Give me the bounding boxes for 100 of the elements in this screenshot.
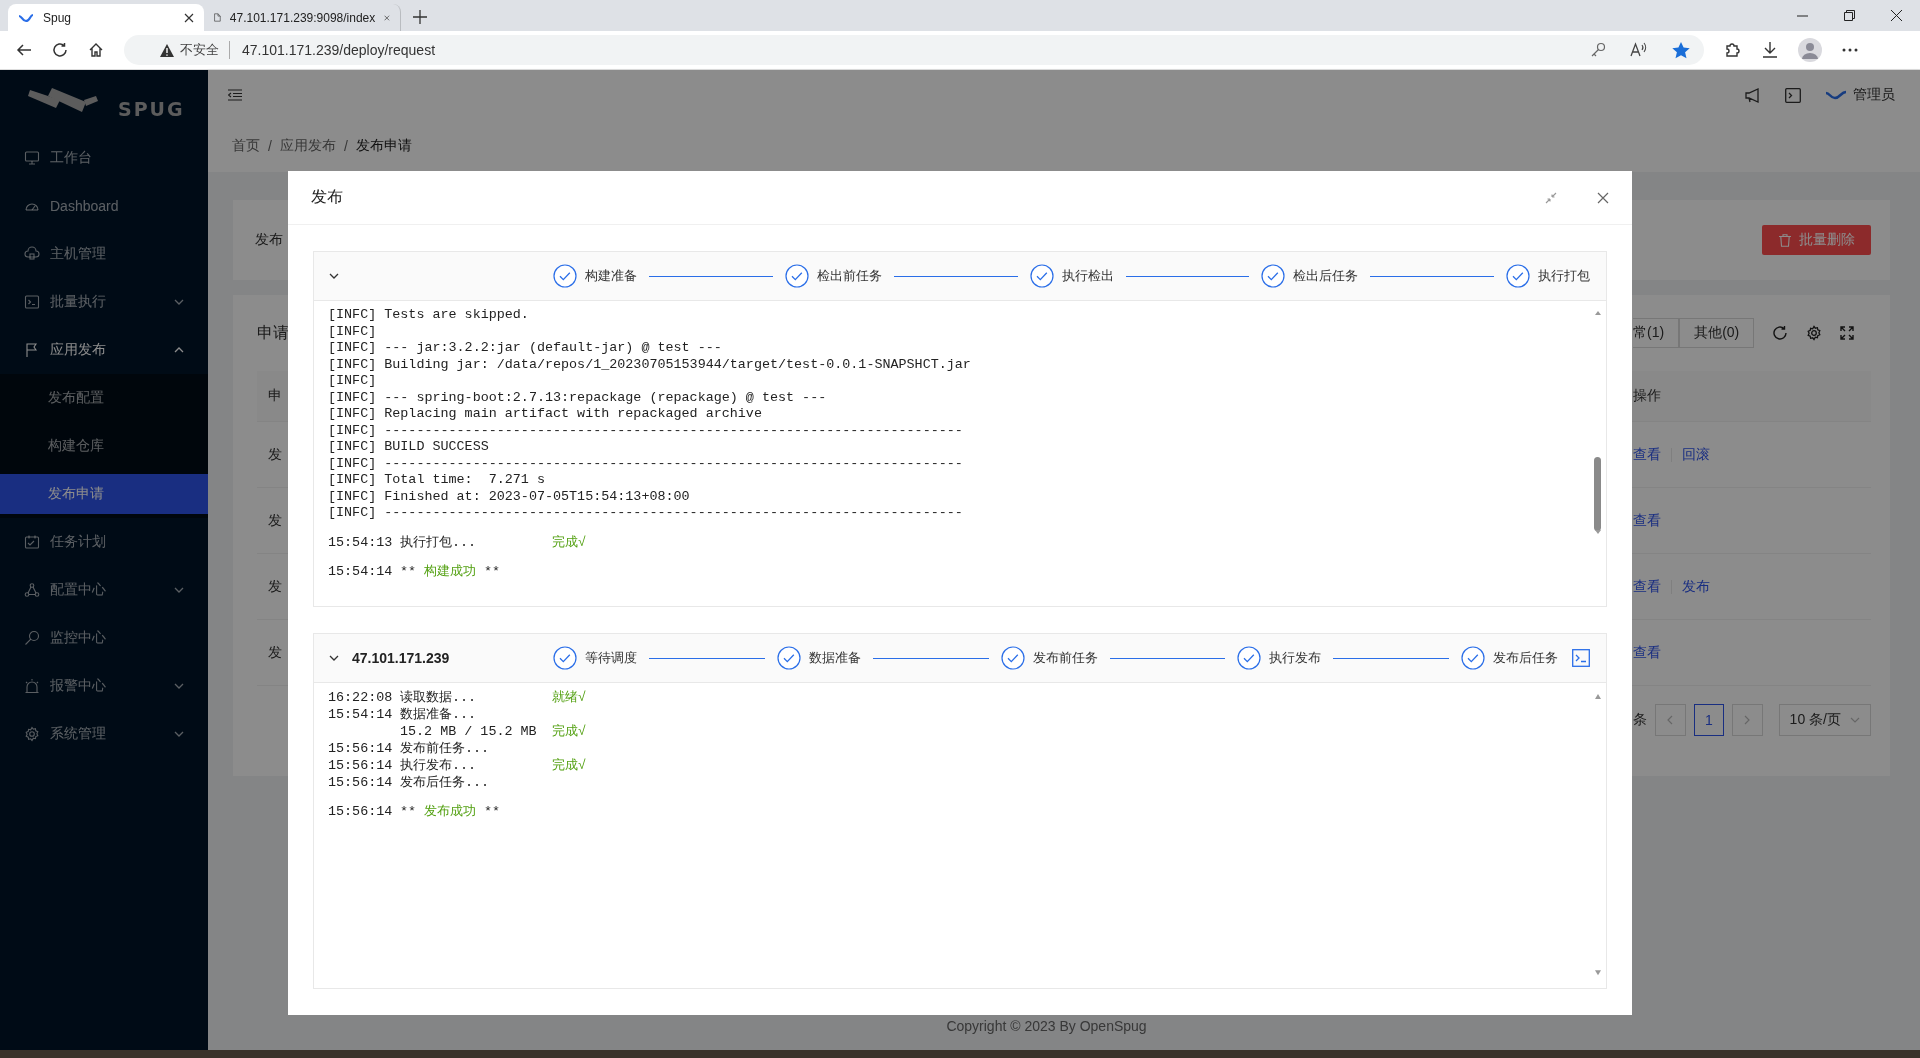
log-status: 完成√ (552, 757, 587, 774)
submenu-item[interactable]: 发布申请 (0, 474, 208, 514)
settings-icon[interactable] (1806, 325, 1823, 341)
menu-item[interactable]: 批量执行 (0, 282, 208, 322)
star-icon[interactable] (1672, 41, 1690, 59)
download-icon[interactable] (1762, 41, 1778, 59)
menu-item[interactable]: 应用发布 (0, 330, 208, 370)
action-link[interactable]: 查看 (1633, 643, 1661, 662)
step-label: 执行检出 (1061, 267, 1114, 285)
log-status: 就绪√ (552, 689, 587, 706)
key-icon[interactable] (1590, 42, 1606, 58)
chevron-right-icon (1744, 715, 1751, 725)
puzzle-icon[interactable] (1724, 41, 1742, 59)
submenu-item[interactable]: 构建仓库 (0, 426, 208, 466)
log-marker: ** (400, 562, 417, 580)
action-link[interactable]: 发布 (1682, 577, 1710, 596)
table-cell: 发 (268, 445, 282, 464)
log-line: [INFC] --- spring-boot:2.7.13:repackage (repackage) @ test --- (328, 389, 828, 406)
filter-tab[interactable]: 其他(0) (1679, 318, 1755, 348)
log-message: 数据准备... (400, 706, 478, 723)
log-message: 读取数据... (400, 689, 478, 706)
log-time: 15:54:14 (328, 706, 394, 723)
step-label: 执行打包 (1538, 267, 1590, 285)
terminal-icon[interactable] (1785, 87, 1801, 103)
column-header: 操作 (1633, 387, 1661, 405)
batch-delete-button[interactable]: 批量删除 (1762, 225, 1871, 255)
page-size-select[interactable]: 10 条/页 (1778, 704, 1871, 736)
breadcrumb-item[interactable]: 首页 (232, 137, 260, 155)
menu-item[interactable]: 主机管理 (0, 234, 208, 274)
log-line: [INFC] ------------------------------------------------------------------------ (328, 422, 964, 439)
log-time: 15:56:14 (328, 774, 394, 791)
log-line: [INFC] (328, 373, 378, 390)
log-message: 发布前任务... (400, 740, 491, 757)
restore-icon[interactable] (1844, 10, 1855, 21)
step-label: 等待调度 (585, 649, 637, 667)
page-button[interactable]: 1 (1693, 704, 1725, 736)
menu-item[interactable]: 报警中心 (0, 666, 208, 706)
step-label: 执行发布 (1269, 649, 1322, 667)
close-icon[interactable] (1597, 191, 1609, 204)
log-line: [INFC] ------------------------------------------------------------------------ (328, 455, 964, 472)
log-line: [INFC] Replacing main artifact with repackaged archive (328, 406, 763, 423)
read-aloud-icon[interactable] (1630, 42, 1648, 58)
log-line: [INFC] Building jar: /data/repos/1_20230705153944/target/test-0.0.1-SNAPSHCT.jar (328, 356, 972, 373)
close-icon[interactable] (1891, 10, 1902, 21)
home-icon[interactable] (88, 42, 104, 58)
action-link[interactable]: 查看 (1633, 445, 1661, 464)
step-label: 检出后任务 (1293, 267, 1359, 285)
security-label[interactable]: 不安全 (180, 41, 230, 59)
menu-item[interactable]: 监控中心 (0, 618, 208, 658)
menu-item[interactable]: 配置中心 (0, 570, 208, 610)
log-result: 构建成功 (424, 562, 477, 580)
footer-text: Copyright © 2023 By OpenSpug (945, 1018, 1148, 1036)
document-icon (214, 10, 221, 25)
host-name: 47.101.171.239 (352, 650, 450, 666)
total-label: 条 (1633, 711, 1647, 729)
log-marker: ** (484, 562, 501, 580)
submenu-item[interactable]: 发布配置 (0, 378, 208, 418)
address-bar[interactable]: 不安全 47.101.171.239/deploy/request (124, 35, 1704, 65)
breadcrumb-item[interactable]: 应用发布 (279, 137, 336, 155)
log-message: 15.2 MB / 15.2 MB (400, 723, 538, 740)
action-link[interactable]: 查看 (1633, 511, 1661, 530)
logo-text: SPUG (118, 98, 185, 120)
log-result: 发布成功 (424, 803, 477, 820)
menu-fold-icon[interactable] (228, 89, 242, 101)
back-icon[interactable] (16, 42, 32, 58)
menu-item[interactable]: Dashboard (0, 186, 208, 226)
refresh-icon[interactable] (52, 42, 68, 58)
trash-icon (1778, 233, 1791, 247)
plus-icon[interactable] (413, 10, 427, 24)
action-link[interactable]: 查看 (1633, 577, 1661, 596)
warning-icon (160, 43, 174, 57)
menu-item[interactable]: 任务计划 (0, 522, 208, 562)
browser-tab[interactable]: Spug (8, 4, 204, 31)
megaphone-icon[interactable] (1745, 87, 1761, 103)
log-time: 15:54:14 (328, 562, 394, 580)
menu-item[interactable]: 工作台 (0, 138, 208, 178)
log-status: 完成√ (552, 533, 587, 551)
menu-item[interactable]: 系统管理 (0, 714, 208, 754)
action-link[interactable]: 回滚 (1682, 445, 1710, 464)
log-line: [INFC] Tests are skipped. (328, 307, 530, 324)
close-icon[interactable] (184, 12, 194, 23)
more-icon[interactable] (1842, 48, 1858, 52)
log-time: 15:56:14 (328, 740, 394, 757)
log-line: [INFC] BUILD SUCCESS (328, 439, 490, 456)
avatar-icon[interactable] (1798, 38, 1822, 62)
modal-title: 发布 (311, 187, 343, 207)
table-cell: 发 (268, 643, 282, 662)
log-message: 执行发布... (400, 757, 478, 774)
terminal-icon[interactable] (1572, 649, 1590, 667)
breadcrumb-separator: / (268, 138, 272, 154)
filter-tab[interactable]: 常(1) (1633, 318, 1680, 348)
log-line: [INFC] --- jar:3.2.2:jar (default-jar) @ test --- (328, 340, 723, 357)
compress-icon[interactable] (1545, 191, 1557, 204)
card-title: 申请 (257, 322, 289, 343)
fullscreen-icon[interactable] (1840, 326, 1855, 340)
refresh-icon[interactable] (1772, 325, 1789, 341)
user-name[interactable]: 管理员 (1853, 86, 1895, 104)
wave-logo-icon (18, 12, 34, 23)
log-time: 15:54:13 (328, 533, 394, 551)
log-message: 执行打包... (400, 533, 478, 551)
